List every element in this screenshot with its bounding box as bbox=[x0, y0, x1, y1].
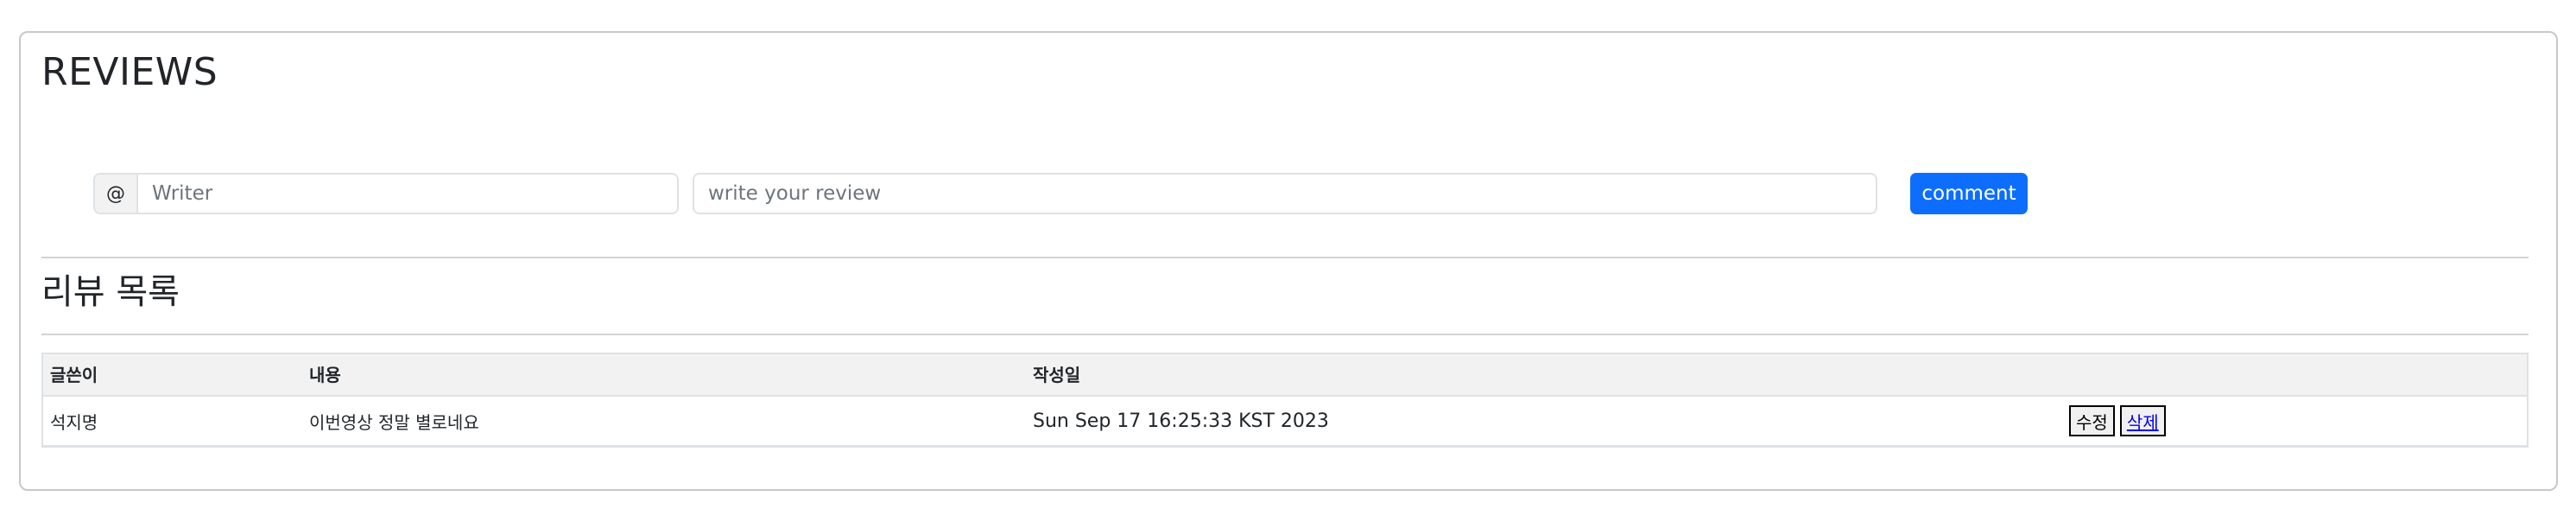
at-sign-icon: @ bbox=[95, 175, 138, 213]
column-header-date: 작성일 bbox=[1024, 353, 2060, 397]
divider bbox=[41, 334, 2529, 335]
review-list-title: 리뷰 목록 bbox=[41, 272, 180, 312]
divider bbox=[41, 257, 2529, 258]
table-row: 석지명 이번영상 정말 별로네요 Sun Sep 17 16:25:33 KST… bbox=[41, 396, 2529, 447]
delete-link[interactable]: 삭제 bbox=[2127, 412, 2159, 433]
column-header-actions bbox=[2060, 353, 2529, 397]
writer-input-group: @ bbox=[93, 173, 679, 214]
edit-button[interactable]: 수정 bbox=[2069, 405, 2115, 436]
review-actions: 수정 삭제 bbox=[2060, 396, 2529, 447]
review-table: 글쓴이 내용 작성일 석지명 이번영상 정말 별로네요 Sun Sep 17 1… bbox=[41, 353, 2529, 447]
column-header-content: 내용 bbox=[301, 353, 1024, 397]
table-header-row: 글쓴이 내용 작성일 bbox=[41, 353, 2529, 397]
review-writer: 석지명 bbox=[41, 396, 301, 447]
page-title: REVIEWS bbox=[41, 50, 218, 94]
review-input[interactable] bbox=[693, 173, 1877, 214]
writer-input[interactable] bbox=[138, 175, 677, 213]
column-header-writer: 글쓴이 bbox=[41, 353, 301, 397]
review-content: 이번영상 정말 별로네요 bbox=[301, 396, 1024, 447]
comment-button[interactable]: comment bbox=[1910, 173, 2028, 214]
delete-button[interactable]: 삭제 bbox=[2119, 405, 2166, 436]
review-date: Sun Sep 17 16:25:33 KST 2023 bbox=[1024, 396, 2060, 447]
